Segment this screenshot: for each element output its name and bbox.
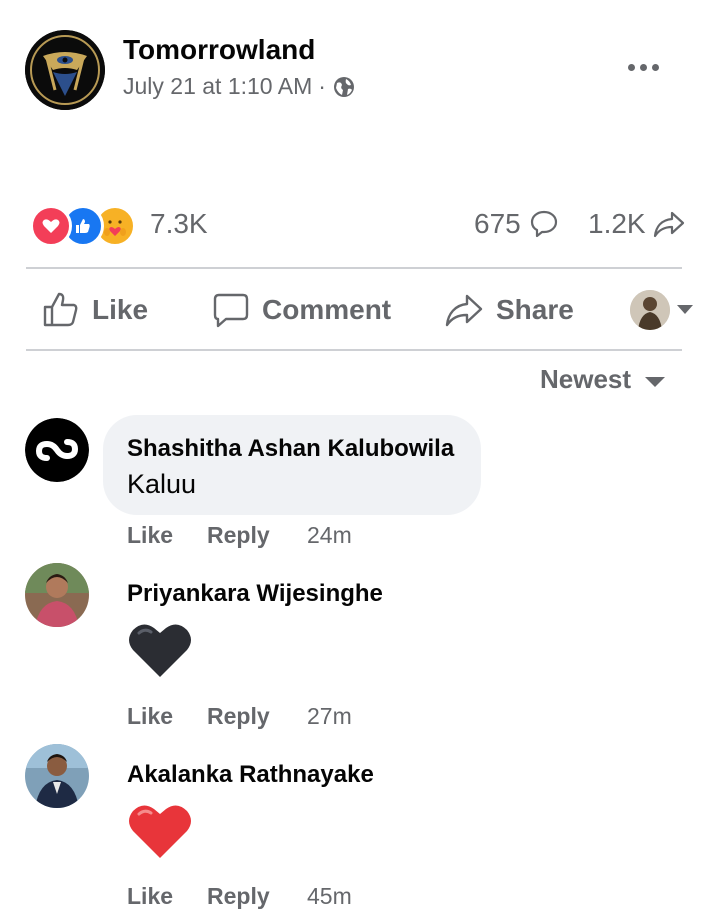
commenter-avatar[interactable] xyxy=(25,563,89,627)
comment-sort-dropdown[interactable]: Newest xyxy=(540,364,666,395)
comment-label: Comment xyxy=(262,294,392,325)
red-heart-emoji xyxy=(127,800,193,867)
commenter-name[interactable]: Akalanka Rathnayake xyxy=(127,761,374,789)
like-button[interactable]: Like xyxy=(42,290,148,330)
commenter-name[interactable]: Shashitha Ashan Kalubowila xyxy=(127,435,454,463)
share-count-value: 1.2K xyxy=(588,208,646,239)
globe-icon xyxy=(333,76,354,97)
comment-timestamp[interactable]: 45m xyxy=(307,883,352,910)
meta-separator: · xyxy=(318,73,326,99)
commenter-avatar[interactable] xyxy=(25,744,89,808)
user-avatar-icon xyxy=(630,290,670,330)
comment-count[interactable]: 675 xyxy=(474,208,559,240)
comment-actions: Like Reply 24m xyxy=(127,522,352,549)
like-label: Like xyxy=(92,294,149,325)
sort-label: Newest xyxy=(540,364,632,394)
comment-button[interactable]: Comment xyxy=(212,290,391,330)
commenter-name[interactable]: Priyankara Wijesinghe xyxy=(127,580,383,608)
reaction-icons[interactable] xyxy=(30,205,136,247)
share-count[interactable]: 1.2K xyxy=(588,208,686,240)
red-heart-icon xyxy=(129,805,191,858)
comment-actions: Like Reply 45m xyxy=(127,883,352,910)
reaction-count[interactable]: 7.3K xyxy=(150,208,208,240)
share-icon xyxy=(445,294,483,327)
comment-bubble xyxy=(103,415,481,515)
user-photo-icon xyxy=(25,563,89,627)
reacting-as-avatar[interactable] xyxy=(630,290,670,330)
comment-like-button[interactable]: Like xyxy=(127,703,207,730)
black-heart-icon xyxy=(129,624,191,677)
tomorrowland-logo-icon xyxy=(25,30,105,110)
comment-icon xyxy=(213,293,249,328)
post-meta: July 21 at 1:10 AM · xyxy=(123,73,356,100)
share-button[interactable]: Share xyxy=(444,290,574,330)
black-heart-emoji xyxy=(127,619,193,686)
comment-timestamp[interactable]: 24m xyxy=(307,522,352,549)
post-timestamp[interactable]: July 21 at 1:10 AM xyxy=(123,73,312,100)
page-name[interactable]: Tomorrowland xyxy=(123,34,315,66)
share-label: Share xyxy=(496,294,574,325)
comment-text: Kaluu xyxy=(127,469,197,499)
comment-timestamp[interactable]: 27m xyxy=(307,703,352,730)
divider xyxy=(26,267,682,269)
logo-avatar-icon xyxy=(25,418,89,482)
comment-reply-button[interactable]: Reply xyxy=(207,522,307,549)
page-avatar[interactable] xyxy=(25,30,105,110)
user-photo-icon xyxy=(25,744,89,808)
comment-like-button[interactable]: Like xyxy=(127,883,207,910)
comment-reply-button[interactable]: Reply xyxy=(207,883,307,910)
comment-bubble-icon xyxy=(530,210,557,238)
comment-like-button[interactable]: Like xyxy=(127,522,207,549)
comment-actions: Like Reply 27m xyxy=(127,703,352,730)
chevron-down-icon xyxy=(645,376,666,387)
more-options-icon[interactable] xyxy=(628,58,664,76)
thumbs-up-icon xyxy=(43,292,78,327)
share-arrow-icon xyxy=(653,211,684,238)
comment-reply-button[interactable]: Reply xyxy=(207,703,307,730)
love-reaction-icon xyxy=(30,205,72,247)
commenter-avatar[interactable] xyxy=(25,418,89,482)
chevron-down-icon[interactable] xyxy=(677,305,693,314)
divider xyxy=(26,349,682,351)
comment-count-value: 675 xyxy=(474,208,521,239)
